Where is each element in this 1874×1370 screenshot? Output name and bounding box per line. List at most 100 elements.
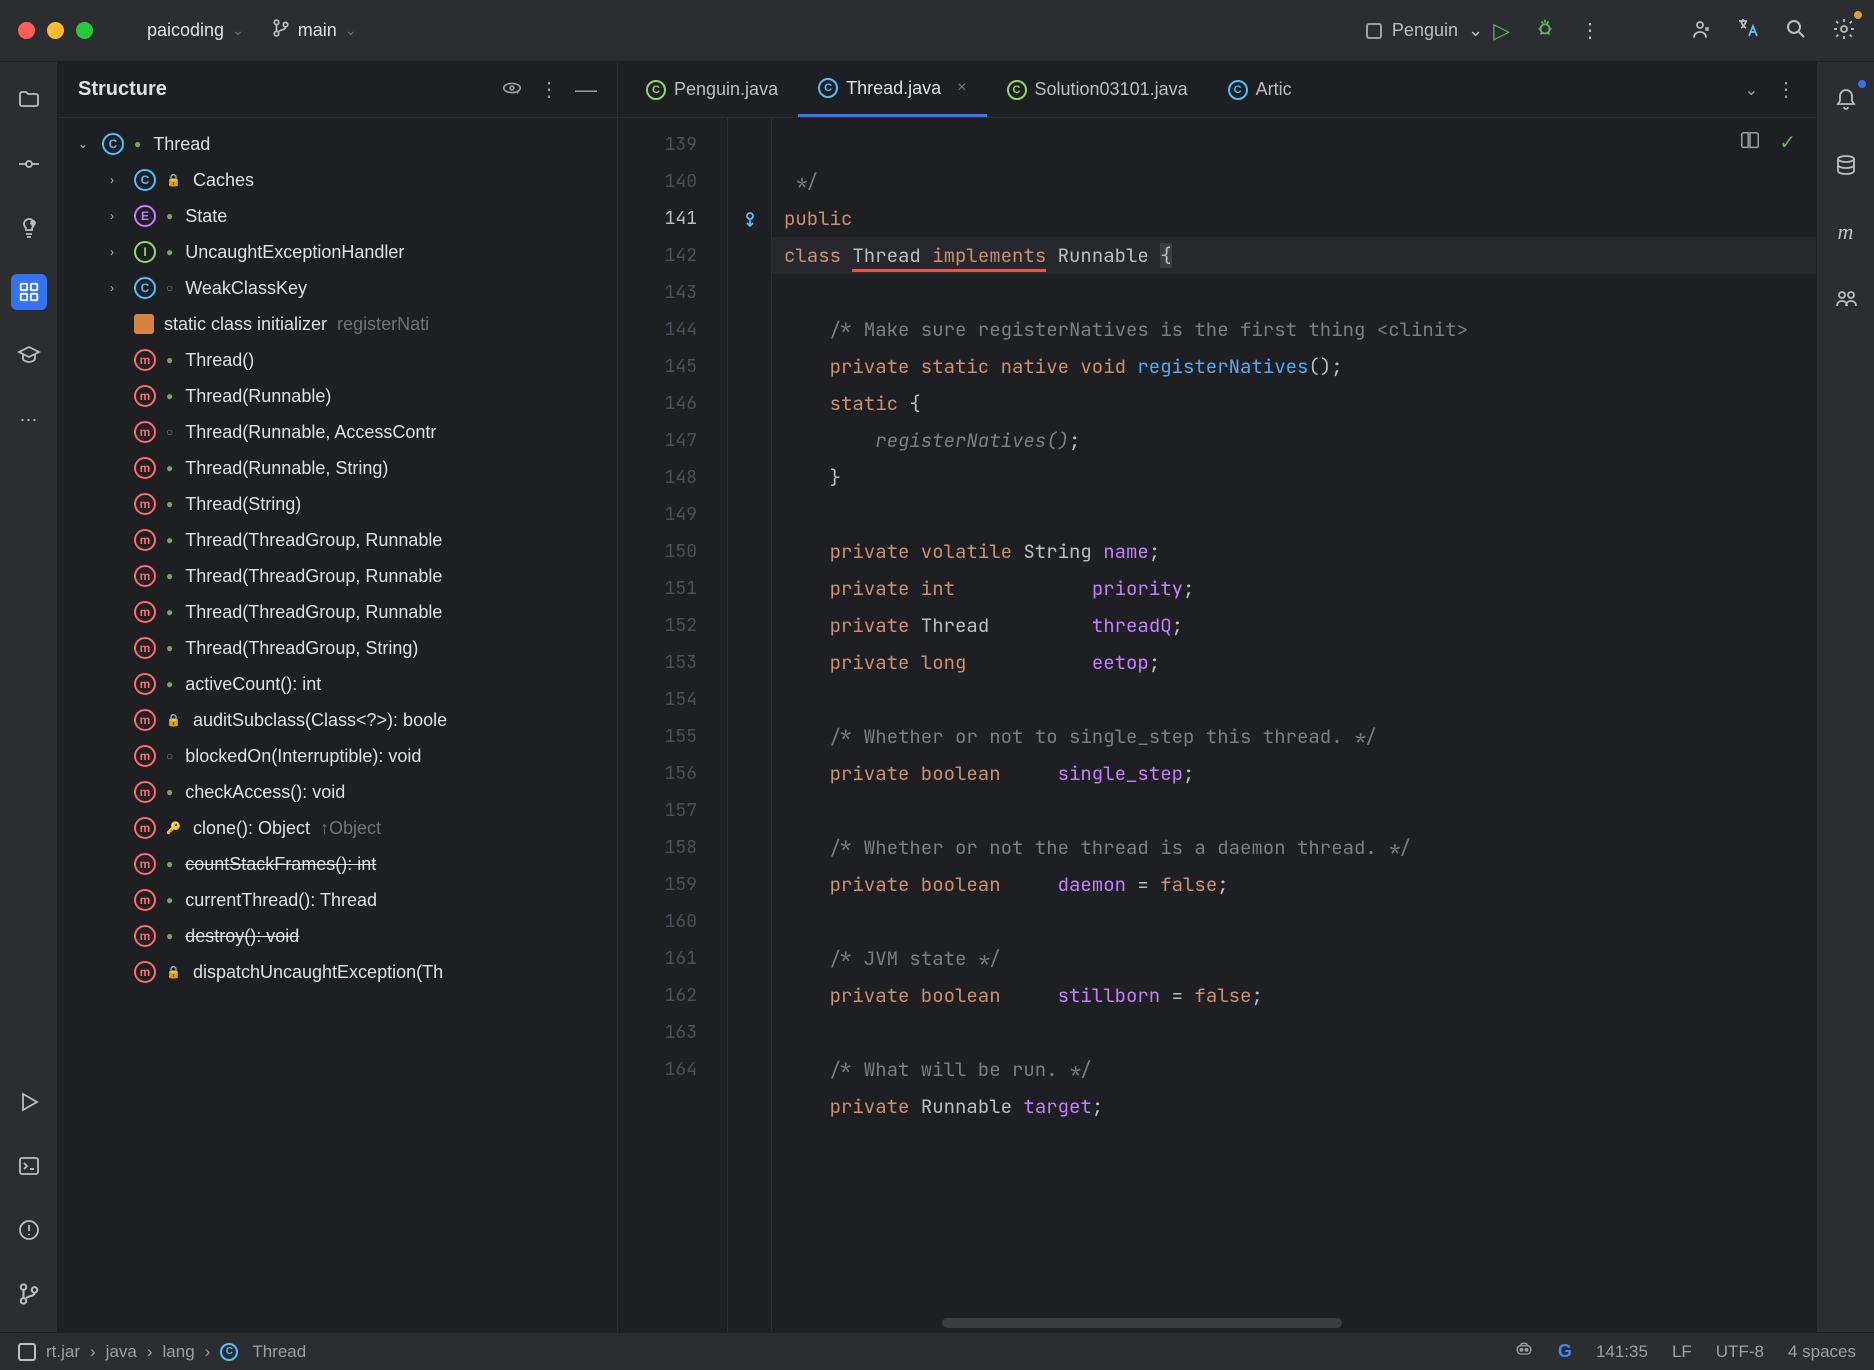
cursor-position[interactable]: 141:35: [1596, 1342, 1648, 1362]
tree-item[interactable]: m●Thread(ThreadGroup, Runnable: [58, 594, 617, 630]
tree-item[interactable]: › C ○ WeakClassKey: [58, 270, 617, 306]
implements-gutter-icon[interactable]: [728, 200, 771, 237]
search-icon[interactable]: [1784, 17, 1808, 44]
settings-icon[interactable]: [1832, 17, 1856, 44]
tree-item[interactable]: m●checkAccess(): void: [58, 774, 617, 810]
editor-tabs: C Penguin.java C Thread.java × C Solutio…: [618, 62, 1816, 118]
branch-selector[interactable]: main ⌄: [258, 13, 371, 48]
tab-artic[interactable]: C Artic: [1208, 62, 1312, 117]
panel-menu-icon[interactable]: ⋮: [539, 77, 559, 103]
interface-icon: I: [134, 241, 156, 263]
run-config-selector[interactable]: Penguin ⌄: [1356, 16, 1493, 45]
collab-tool-icon[interactable]: [1828, 280, 1864, 316]
panel-header: Structure ⋮ —: [58, 62, 617, 118]
chevron-right-icon[interactable]: ›: [110, 245, 128, 259]
chevron-right-icon[interactable]: ›: [110, 173, 128, 187]
class-icon: C: [1228, 80, 1248, 100]
tree-item[interactable]: m●Thread(): [58, 342, 617, 378]
class-icon: C: [646, 80, 666, 100]
notifications-icon[interactable]: [1828, 82, 1864, 118]
tab-penguin[interactable]: C Penguin.java: [626, 62, 798, 117]
tree-root[interactable]: ⌄ C ● Thread: [58, 126, 617, 162]
minimize-window[interactable]: [47, 22, 64, 39]
horizontal-scrollbar[interactable]: [942, 1318, 1342, 1328]
tab-menu-icon[interactable]: ⋮: [1776, 77, 1796, 102]
tree-item[interactable]: m🔒dispatchUncaughtException(Th: [58, 954, 617, 990]
more-tools-icon[interactable]: ⋯: [11, 402, 47, 438]
tree-item[interactable]: m●Thread(Runnable): [58, 378, 617, 414]
maximize-window[interactable]: [76, 22, 93, 39]
problems-tool-icon[interactable]: [11, 1212, 47, 1248]
code-editor[interactable]: */ public class Thread implements Runnab…: [772, 118, 1816, 1332]
dependencies-icon[interactable]: ?: [11, 210, 47, 246]
tree-item[interactable]: › C 🔒 Caches: [58, 162, 617, 198]
tree-item[interactable]: m🔑clone(): Object↑Object: [58, 810, 617, 846]
tree-item[interactable]: m●activeCount(): int: [58, 666, 617, 702]
tree-item[interactable]: › I ● UncaughtExceptionHandler: [58, 234, 617, 270]
structure-tree[interactable]: ⌄ C ● Thread › C 🔒 Caches › E ● State › …: [58, 118, 617, 1332]
terminal-tool-icon[interactable]: [11, 1148, 47, 1184]
file-encoding[interactable]: UTF-8: [1716, 1342, 1764, 1362]
indent-settings[interactable]: 4 spaces: [1788, 1342, 1856, 1362]
tree-item[interactable]: › E ● State: [58, 198, 617, 234]
services-tool-icon[interactable]: [11, 1084, 47, 1120]
tree-item[interactable]: m●Thread(Runnable, String): [58, 450, 617, 486]
lock-icon: 🔒: [166, 173, 181, 187]
method-icon: m: [134, 817, 156, 839]
tree-item[interactable]: m🔒auditSubclass(Class<?>): boole: [58, 702, 617, 738]
tree-item[interactable]: m●countStackFrames(): int: [58, 846, 617, 882]
method-icon: m: [134, 889, 156, 911]
method-icon: m: [134, 961, 156, 983]
chevron-down-icon: ⌄: [1468, 20, 1483, 41]
public-icon: ●: [166, 209, 173, 223]
tab-thread[interactable]: C Thread.java ×: [798, 62, 986, 117]
google-icon[interactable]: G: [1558, 1341, 1572, 1362]
branch-name: main: [298, 20, 337, 41]
chevron-right-icon[interactable]: ›: [110, 281, 128, 295]
commit-tool-icon[interactable]: [11, 146, 47, 182]
project-tool-icon[interactable]: [11, 82, 47, 118]
tree-item[interactable]: m●Thread(String): [58, 486, 617, 522]
project-selector[interactable]: paicoding ⌄: [133, 14, 258, 47]
class-icon: C: [1007, 80, 1027, 100]
tree-item[interactable]: m○blockedOn(Interruptible): void: [58, 738, 617, 774]
debug-button[interactable]: [1534, 17, 1556, 45]
minimize-panel-icon[interactable]: —: [575, 77, 597, 103]
tab-solution[interactable]: C Solution03101.java: [987, 62, 1208, 117]
tree-label: Thread: [153, 134, 210, 155]
run-button[interactable]: ▷: [1493, 18, 1510, 44]
method-icon: m: [134, 601, 156, 623]
tree-item[interactable]: m●Thread(ThreadGroup, Runnable: [58, 522, 617, 558]
learn-tool-icon[interactable]: [11, 338, 47, 374]
copilot-status-icon[interactable]: [1514, 1339, 1534, 1364]
package-icon: ○: [166, 281, 173, 295]
breadcrumb[interactable]: rt.jar › java › lang › C Thread: [18, 1342, 306, 1362]
close-tab-icon[interactable]: ×: [957, 79, 966, 97]
tree-item[interactable]: static class initializer registerNati: [58, 306, 617, 342]
main-area: ? ⋯ Structure: [0, 62, 1874, 1332]
tree-item[interactable]: m●destroy(): void: [58, 918, 617, 954]
method-icon: m: [134, 637, 156, 659]
structure-tool-icon[interactable]: [11, 274, 47, 310]
maven-tool-icon[interactable]: m: [1828, 214, 1864, 250]
database-tool-icon[interactable]: [1828, 148, 1864, 184]
class-icon: C: [134, 169, 156, 191]
tree-item[interactable]: m●Thread(ThreadGroup, Runnable: [58, 558, 617, 594]
code-with-me-icon[interactable]: [1688, 17, 1712, 44]
chevron-right-icon[interactable]: ›: [110, 209, 128, 223]
chevron-down-icon[interactable]: ⌄: [78, 137, 96, 151]
line-separator[interactable]: LF: [1672, 1342, 1692, 1362]
method-icon: m: [134, 925, 156, 947]
tree-item[interactable]: m○Thread(Runnable, AccessContr: [58, 414, 617, 450]
tree-item[interactable]: m●Thread(ThreadGroup, String): [58, 630, 617, 666]
translate-icon[interactable]: [1736, 16, 1760, 46]
gutter-icons: [728, 118, 772, 1332]
close-window[interactable]: [18, 22, 35, 39]
view-options-icon[interactable]: [501, 77, 523, 103]
method-icon: m: [134, 457, 156, 479]
vcs-tool-icon[interactable]: [11, 1276, 47, 1312]
tree-item[interactable]: m●currentThread(): Thread: [58, 882, 617, 918]
more-actions[interactable]: ⋮: [1580, 18, 1600, 43]
class-icon: C: [102, 133, 124, 155]
tab-dropdown-icon[interactable]: ⌄: [1745, 80, 1758, 100]
